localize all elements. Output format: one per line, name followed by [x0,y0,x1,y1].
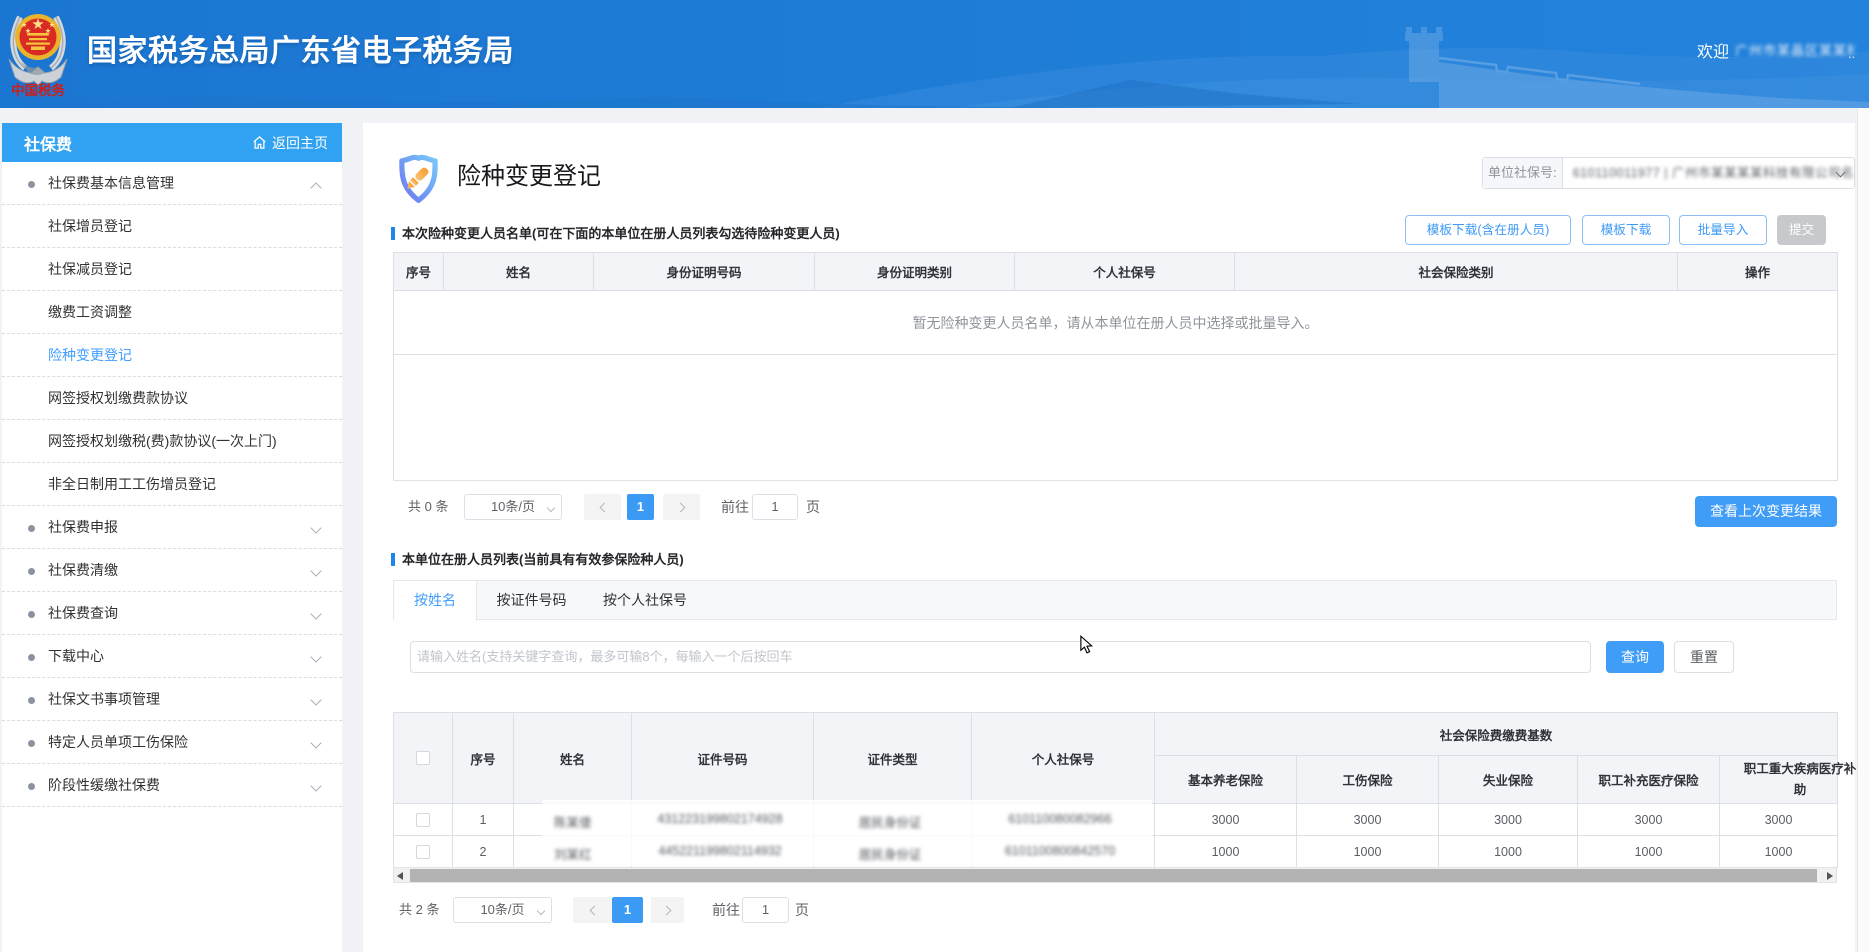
svg-text:★: ★ [32,17,44,31]
svg-text:★: ★ [49,22,55,29]
svg-text:★: ★ [21,22,27,29]
svg-text:中国税务: 中国税务 [11,82,65,98]
